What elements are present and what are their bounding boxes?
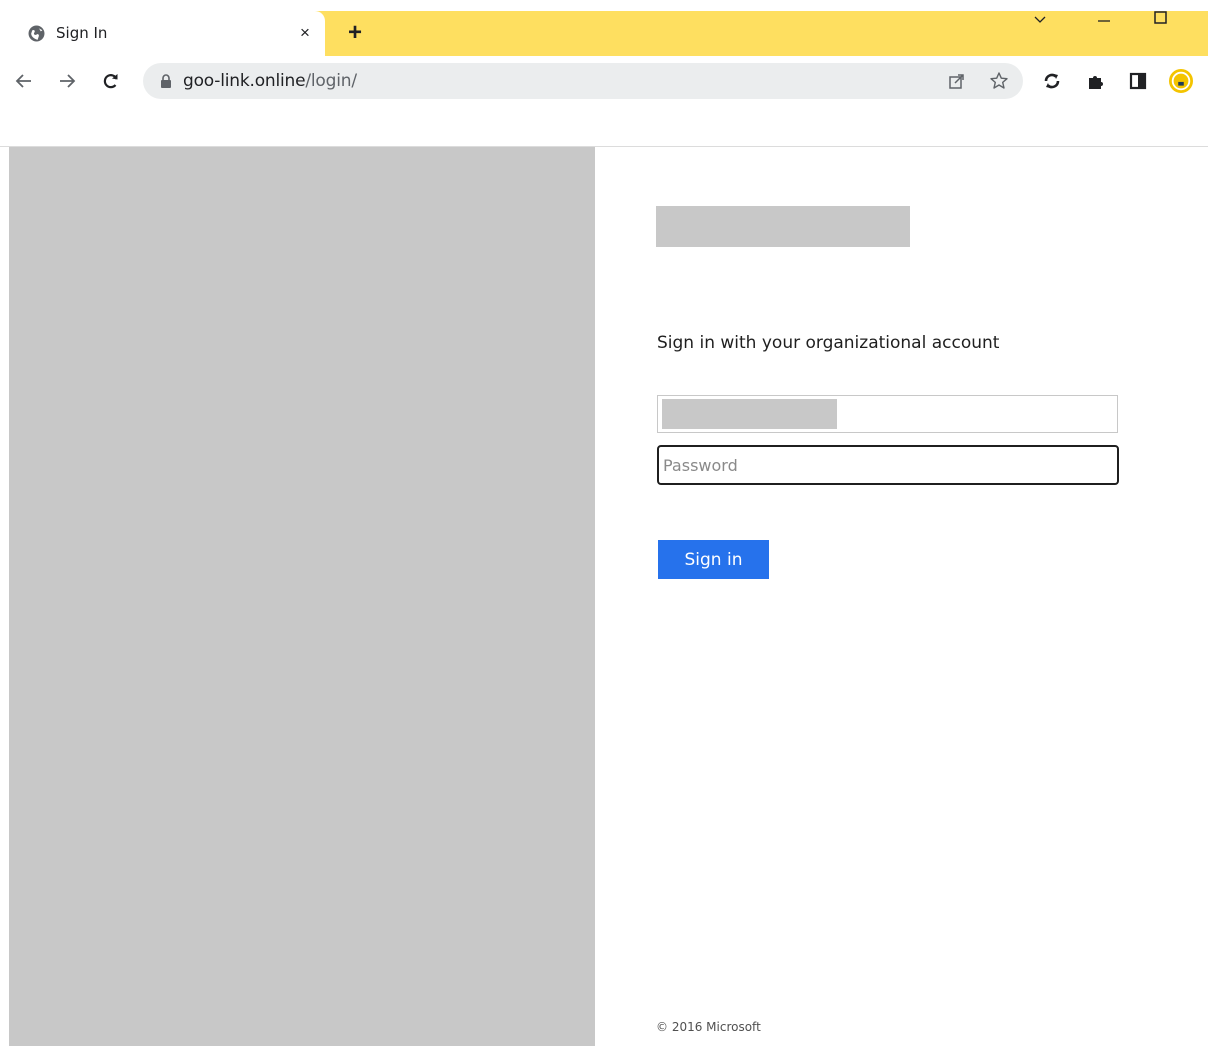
password-field[interactable]: [657, 445, 1119, 485]
tab-strip: Sign In × +: [9, 11, 1208, 56]
reload-icon[interactable]: [99, 69, 123, 93]
sync-extension-icon[interactable]: [1040, 69, 1064, 93]
url-text[interactable]: goo-link.online/login/: [183, 71, 357, 91]
browser-toolbar: goo-link.online/login/: [0, 56, 1208, 106]
bookmark-star-icon[interactable]: [989, 71, 1009, 91]
copyright-footer: © 2016 Microsoft: [656, 1020, 761, 1034]
chevron-down-icon[interactable]: [1017, 11, 1063, 39]
puzzle-extensions-icon[interactable]: [1084, 69, 1108, 93]
lock-icon[interactable]: [160, 74, 172, 88]
sign-in-button[interactable]: Sign in: [658, 540, 769, 579]
profile-avatar-icon[interactable]: [1169, 69, 1193, 93]
minimize-icon[interactable]: [1081, 11, 1127, 39]
url-path: /login/: [305, 71, 357, 91]
company-logo: [656, 206, 910, 247]
globe-icon: [28, 25, 45, 42]
share-icon[interactable]: [947, 71, 967, 91]
address-bar[interactable]: goo-link.online/login/: [143, 63, 1023, 99]
url-host: goo-link.online: [183, 71, 306, 91]
login-panel: Sign in with your organizational account…: [595, 147, 1208, 1046]
tab-title: Sign In: [56, 24, 108, 42]
redacted-username: [662, 399, 837, 429]
username-field[interactable]: [657, 395, 1118, 433]
tab-close-button[interactable]: ×: [295, 23, 315, 43]
illustration-panel: [9, 147, 595, 1046]
new-tab-button[interactable]: +: [344, 21, 366, 45]
back-icon[interactable]: [12, 69, 36, 93]
side-panel-icon[interactable]: [1126, 69, 1150, 93]
maximize-icon[interactable]: [1137, 11, 1183, 39]
tab-sign-in[interactable]: Sign In ×: [9, 11, 325, 56]
forward-icon[interactable]: [55, 69, 79, 93]
sign-in-prompt: Sign in with your organizational account: [657, 333, 1000, 353]
